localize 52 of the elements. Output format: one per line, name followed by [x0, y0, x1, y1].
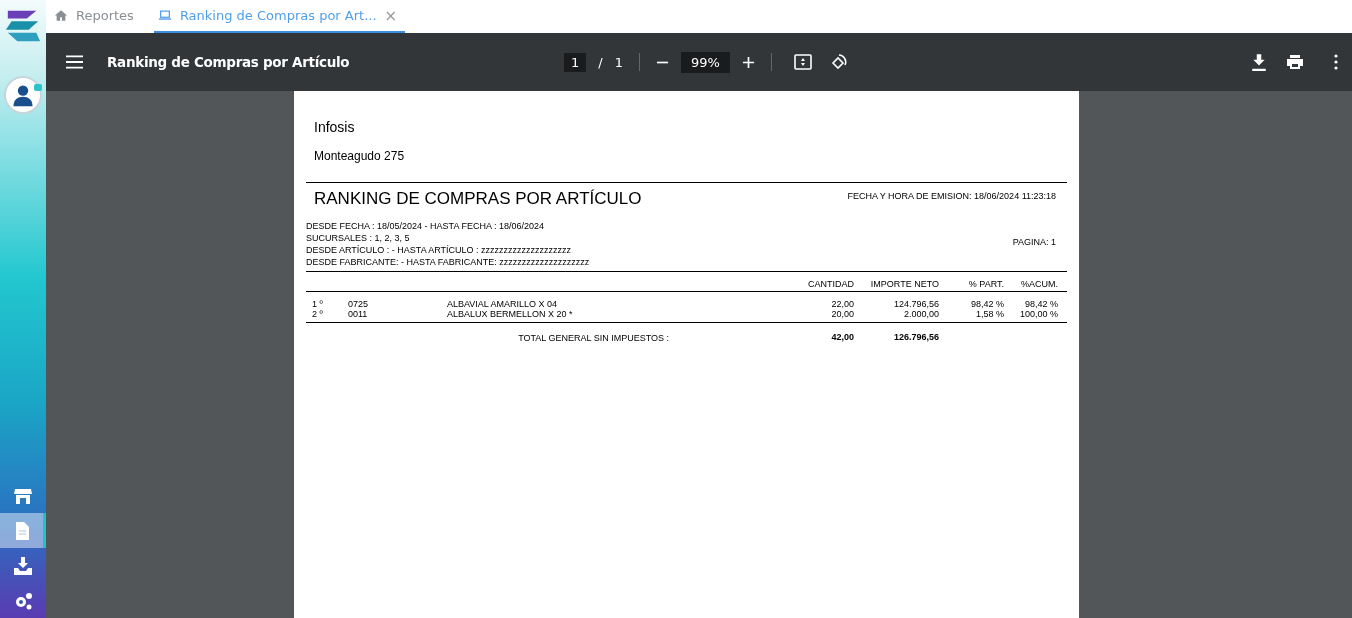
zoom-field[interactable]: 99% — [680, 51, 730, 73]
table-cell-text: 0011 — [348, 309, 369, 319]
total-amount: 126.796,56 — [892, 331, 939, 342]
total-quantity: 42,00 — [830, 331, 854, 342]
report-title: RANKING DE COMPRAS POR ARTÍCULO — [314, 189, 642, 209]
table-cell-text: 1,58 % — [974, 309, 1004, 319]
table-cell-text: ALBALUX BERMELLON X 20 * — [447, 309, 574, 319]
page-separator: / — [598, 54, 603, 70]
table-cell-text: 0725 — [348, 299, 370, 309]
table-cell-text: 20,00 — [830, 309, 854, 319]
table-cell-text: 2 º — [312, 309, 324, 319]
rotate-icon[interactable] — [829, 53, 848, 71]
table-cell-text: 98,42 % — [969, 299, 1004, 309]
tab-label: Ranking de Compras por Art... — [179, 8, 377, 23]
more-options-icon[interactable] — [1334, 54, 1338, 70]
download-icon[interactable] — [1250, 53, 1268, 71]
table-cell-text: ALBAVIAL AMARILLO X 04 — [447, 299, 559, 309]
company-address: Monteagudo 275 — [314, 149, 406, 163]
download-tray-icon — [13, 555, 33, 576]
close-icon[interactable]: × — [384, 6, 398, 25]
filter-line: DESDE ARTÍCULO : - HASTA ARTÍCULO : zzzzzzzzzzzzzzzzzzzz — [306, 245, 573, 255]
filter-line: DESDE FECHA : 18/05/2024 - HASTA FECHA : 18/06/2024 — [306, 221, 545, 231]
fit-page-icon[interactable] — [793, 53, 812, 71]
menu-icon[interactable] — [66, 55, 83, 69]
logo-icon — [4, 8, 42, 44]
table-cell-text: 124.796,56 — [892, 299, 939, 309]
column-header: CANTIDAD — [807, 279, 854, 289]
table-cell-text: 1 º — [312, 299, 324, 309]
column-header: % PART. — [967, 279, 1004, 289]
document-title: Ranking de Compras por Artículo — [107, 54, 350, 70]
emission-date: FECHA Y HORA DE EMISION: 18/06/2024 11:23:18 — [847, 191, 1056, 201]
tab[interactable]: Reportes — [54, 0, 142, 33]
page-count: 1 — [614, 54, 623, 70]
column-header: %ACUM. — [1020, 279, 1058, 289]
tab-label: Reportes — [76, 8, 134, 23]
table-cell-text: 98,42 % — [1023, 299, 1058, 309]
page-label: PAGINA: 1 — [1012, 237, 1056, 247]
print-icon[interactable] — [1286, 53, 1304, 71]
table-cell-text: 22,00 — [830, 299, 854, 309]
gears-icon — [13, 590, 33, 611]
page-number-field[interactable]: 1 — [564, 52, 587, 72]
zoom-in-icon[interactable] — [741, 55, 755, 69]
home-icon — [54, 9, 68, 22]
filter-line: SUCURSALES : 1, 2, 3, 5 — [306, 233, 411, 243]
user-avatar[interactable] — [4, 76, 42, 114]
laptop-icon — [157, 9, 172, 22]
total-label: TOTAL GENERAL SIN IMPUESTOS : — [517, 332, 670, 343]
column-header: IMPORTE NETO — [869, 279, 939, 289]
company-name: Infosis — [314, 119, 356, 135]
table-cell-text: 2.000,00 — [902, 309, 939, 319]
filter-line: DESDE FABRICANTE: - HASTA FABRICANTE: zzzzzzzzzzzzzzzzzzzz — [306, 257, 590, 267]
table-cell-text: 100,00 % — [1018, 309, 1058, 319]
